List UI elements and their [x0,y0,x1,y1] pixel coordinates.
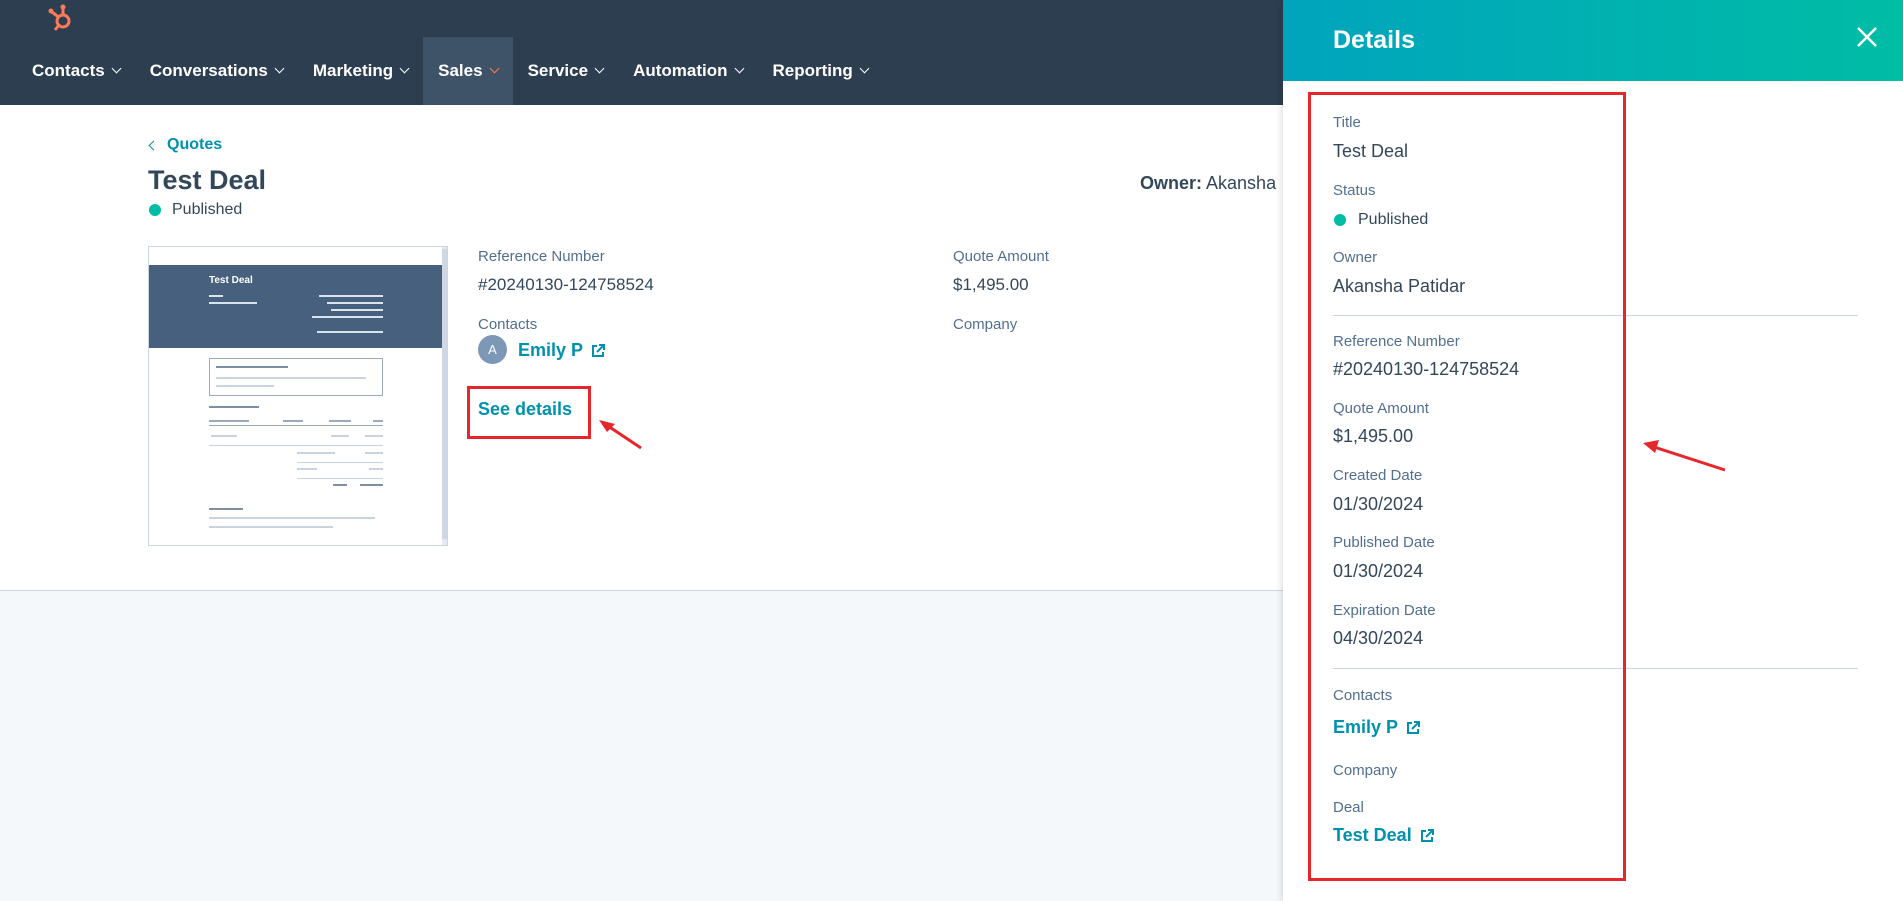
contact-name: Emily P [518,340,584,360]
thumbnail-divider [209,445,383,446]
nav-contacts[interactable]: Contacts [17,37,135,105]
page-title: Test Deal [148,165,267,195]
nav-automation[interactable]: Automation [618,37,757,105]
nav-label: Automation [633,61,728,80]
thumbnail-text-line [360,484,383,486]
thumbnail-text-line [369,468,383,470]
nav-label: Conversations [149,61,268,80]
quote-amount-value: $1,495.00 [953,275,1029,294]
thumbnail-header: Test Deal [149,265,445,348]
nav-reporting[interactable]: Reporting [758,37,883,105]
thumbnail-divider [209,425,383,426]
thumbnail-scrollbar[interactable] [442,247,447,545]
thumbnail-text-line [329,420,351,422]
panel-title: Details [1333,26,1415,54]
quote-amount-label: Quote Amount [953,248,1049,265]
thumbnail-text-line [209,420,249,422]
external-link-icon [592,343,606,357]
company-label: Company [953,316,1018,333]
chevron-left-icon [148,140,159,150]
thumbnail-text-line [209,517,375,519]
nav-label: Service [527,61,589,80]
nav-marketing[interactable]: Marketing [298,37,423,105]
annotation-arrow-icon [599,420,642,450]
owner-label: Owner: [1140,173,1203,193]
reference-number-value: #20240130-124758524 [478,275,654,294]
thumbnail-text-line [209,406,259,408]
thumbnail-text-line [283,420,303,422]
nav-service[interactable]: Service [513,37,619,105]
reference-number-label: Reference Number [478,248,605,265]
back-to-quotes-link[interactable]: Quotes [148,136,223,154]
nav-label: Marketing [312,61,394,80]
avatar: A [478,335,507,364]
back-label: Quotes [167,136,223,153]
thumbnail-text-line [216,366,288,368]
thumbnail-text-line [312,316,383,318]
chevron-down-icon [859,63,870,74]
thumbnail-divider [297,462,383,463]
status-badge: Published [149,201,242,219]
annotation-highlight-box [1308,92,1626,881]
status-label: Published [172,201,243,218]
thumbnail-text-line [333,484,347,486]
details-panel-header: Details [1283,0,1903,81]
thumbnail-text-line [331,309,383,311]
thumbnail-text-line [365,452,383,454]
thumbnail-text-line [319,295,383,297]
nav-conversations[interactable]: Conversations [135,37,298,105]
thumbnail-text-line [209,526,333,528]
owner-field: Owner: Akansha [1140,173,1276,194]
chevron-down-icon [489,63,500,74]
thumbnail-text-line [216,385,274,387]
chevron-down-icon [274,63,285,74]
thumbnail-text-line [297,452,335,454]
thumbnail-text-line [209,295,223,297]
hubspot-logo-icon[interactable] [44,2,76,34]
nav-sales[interactable]: Sales [423,37,513,105]
chevron-down-icon [734,63,744,74]
annotation-arrow-icon [1643,440,1726,472]
thumbnail-comments-box [209,358,383,396]
thumbnail-text-line [365,435,383,437]
close-icon[interactable] [1855,25,1879,49]
contacts-label: Contacts [478,316,538,333]
thumbnail-text-line [327,302,383,304]
contact-link[interactable]: Emily P [518,340,606,361]
thumbnail-text-line [211,435,237,437]
status-dot-icon [149,204,161,216]
owner-name: Akansha [1206,173,1277,193]
thumbnail-divider [297,478,383,479]
chevron-down-icon [111,63,122,74]
chevron-down-icon [399,63,410,74]
thumbnail-title: Test Deal [209,275,253,286]
thumbnail-text-line [331,435,349,437]
nav-label: Contacts [32,61,105,80]
thumbnail-text-line [297,468,317,470]
thumbnail-text-line [209,302,257,304]
annotation-highlight-box [467,386,591,439]
chevron-down-icon [594,63,605,74]
nav-label: Reporting [772,61,853,80]
quote-preview-thumbnail[interactable]: Test Deal [148,246,448,546]
thumbnail-text-line [317,331,383,333]
thumbnail-text-line [216,377,366,379]
thumbnail-text-line [373,420,383,422]
nav-label: Sales [438,61,483,80]
thumbnail-text-line [209,508,243,510]
